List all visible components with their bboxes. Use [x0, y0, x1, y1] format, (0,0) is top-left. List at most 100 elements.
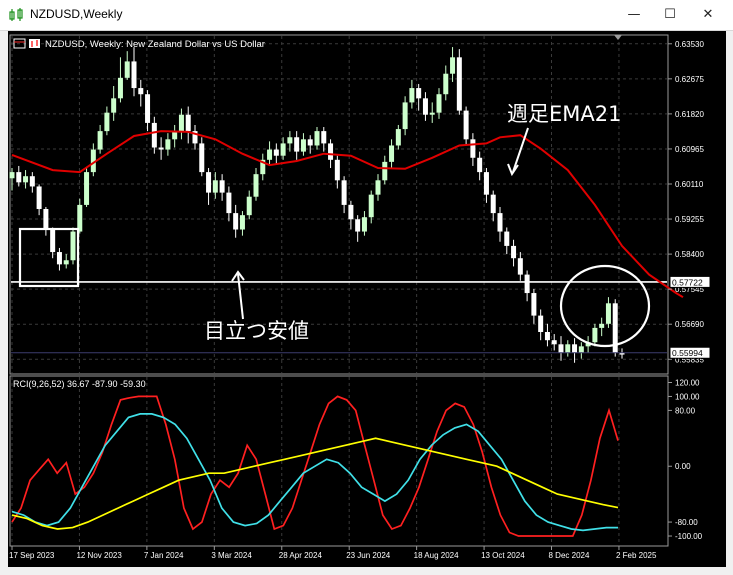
candle-body	[355, 219, 361, 232]
window-titlebar[interactable]: NZDUSD,Weekly — ☐ ✕	[0, 0, 733, 31]
candle-body	[490, 194, 496, 214]
candle-body	[29, 176, 35, 187]
candle-body	[361, 217, 367, 232]
candle-body	[97, 131, 103, 150]
chart-canvas[interactable]: 0.63530 0.62675 0.61820 0.60965 0.60110 0.592…	[8, 31, 726, 567]
candle-body	[389, 145, 395, 162]
candle-body	[599, 323, 605, 328]
candle-body	[233, 213, 239, 230]
price-tick-label: 0.60965	[675, 145, 704, 154]
candle-body	[178, 114, 184, 132]
candle-body	[56, 252, 62, 265]
candle-body	[409, 88, 415, 103]
candle-body	[382, 161, 388, 181]
price-tick-label: 0.56690	[675, 320, 704, 329]
candle-body	[246, 196, 252, 216]
candle-body	[477, 157, 483, 173]
candle-body	[273, 149, 279, 156]
candle-body	[463, 110, 469, 140]
candlestick-chart-icon	[9, 8, 23, 21]
chart-area[interactable]: 0.63530 0.62675 0.61820 0.60965 0.60110 0.592…	[8, 31, 726, 567]
candle-body	[328, 143, 334, 160]
maximize-icon: ☐	[664, 7, 676, 22]
price-tick-label: 0.63530	[675, 40, 704, 49]
candle-body	[504, 231, 510, 246]
candle-body	[9, 172, 15, 179]
candle-body	[416, 88, 422, 99]
candle-body	[307, 139, 313, 146]
price-badge-label: 0.57722	[672, 277, 703, 287]
candle-body	[314, 131, 320, 146]
candle-body	[538, 315, 544, 333]
rci-title: RCI(9,26,52) 36.67 -87.90 -59.30	[13, 379, 146, 389]
candle-body	[443, 73, 449, 95]
candle-body	[558, 344, 564, 353]
candle-body	[158, 147, 164, 150]
candle-body	[50, 229, 56, 253]
close-icon: ✕	[702, 7, 714, 22]
candle-body	[124, 61, 130, 78]
close-button[interactable]: ✕	[690, 0, 726, 30]
candle-body	[334, 159, 340, 181]
rci-tick-label: 80.00	[675, 406, 696, 415]
candle-body	[212, 180, 218, 193]
candle-body	[402, 102, 408, 130]
time-tick-label: 17 Sep 2023	[9, 551, 55, 560]
candle-body	[429, 112, 435, 115]
candle-body	[531, 293, 537, 316]
candle-body	[77, 204, 83, 232]
chart-header: NZDUSD, Weekly: New Zealand Dollar vs US…	[45, 39, 265, 50]
candle-body	[300, 139, 306, 152]
maximize-button[interactable]: ☐	[652, 0, 688, 30]
candle-body	[226, 192, 232, 214]
candle-body	[294, 137, 300, 152]
candle-body	[165, 139, 171, 150]
candle-body	[117, 77, 123, 99]
candle-body	[131, 61, 137, 89]
candle-body	[111, 98, 117, 113]
candle-body	[368, 194, 374, 218]
time-tick-label: 28 Apr 2024	[279, 551, 323, 560]
candle-body	[287, 137, 293, 144]
candle-body	[572, 344, 578, 353]
candle-body	[483, 172, 489, 195]
time-tick-label: 12 Nov 2023	[76, 551, 122, 560]
price-tick-label: 0.58400	[675, 250, 704, 259]
candle-body	[280, 143, 286, 156]
candle-body	[70, 231, 76, 261]
price-tick-label: 0.61820	[675, 110, 704, 119]
time-tick-label: 18 Aug 2024	[414, 551, 459, 560]
time-tick-label: 23 Jun 2024	[346, 551, 391, 560]
candle-body	[436, 94, 442, 113]
candle-body	[544, 332, 550, 341]
candle-body	[470, 139, 476, 158]
time-tick-label: 7 Jan 2024	[144, 551, 184, 560]
candle-body	[511, 245, 517, 259]
candle-body	[456, 57, 462, 111]
candle-body	[206, 172, 212, 193]
price-badge-label: 0.55994	[672, 348, 703, 358]
ema-annotation: 週足EMA21	[507, 102, 621, 126]
chart-type-icon	[29, 39, 40, 48]
candle-body	[36, 186, 42, 210]
candle-body	[43, 209, 49, 230]
candle-body	[84, 172, 90, 205]
candle-body	[145, 94, 151, 123]
minimize-icon: —	[627, 7, 641, 22]
minimize-button[interactable]: —	[616, 0, 652, 30]
rci-tick-label: 120.00	[675, 378, 700, 387]
price-tick-label: 0.62675	[675, 75, 704, 84]
candle-body	[395, 129, 401, 146]
candle-body	[592, 327, 598, 343]
candle-body	[551, 340, 557, 345]
candle-body	[23, 176, 29, 183]
mt-chart-window: NZDUSD,Weekly — ☐ ✕ 0.63530 0.62675 0.6182…	[0, 0, 733, 575]
candle-body	[375, 180, 381, 195]
time-tick-label: 3 Mar 2024	[211, 551, 252, 560]
candle-body	[422, 98, 428, 115]
candle-body	[267, 149, 273, 160]
price-tick-label: 0.59255	[675, 215, 704, 224]
candle-body	[104, 112, 110, 132]
candle-body	[321, 131, 327, 144]
candle-body	[253, 174, 259, 197]
